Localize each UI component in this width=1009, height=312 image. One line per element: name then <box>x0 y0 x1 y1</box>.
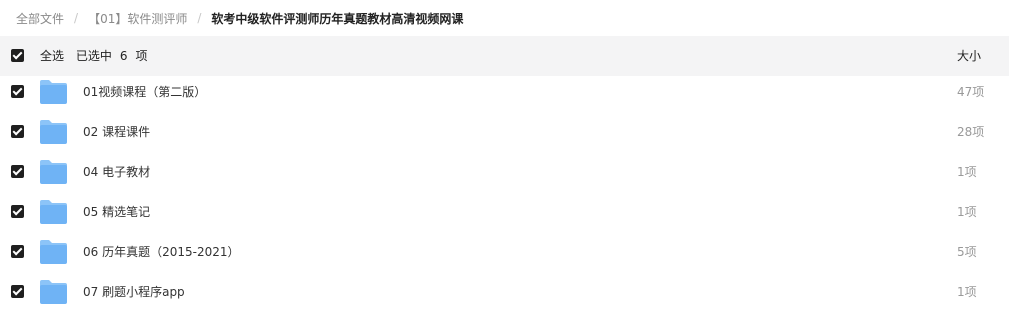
file-row[interactable]: 01视频课程（第二版） 47项 <box>0 72 1009 112</box>
row-checkbox[interactable] <box>11 165 24 178</box>
folder-icon <box>40 200 67 224</box>
select-all-checkbox[interactable] <box>11 49 24 62</box>
folder-icon <box>40 280 67 304</box>
file-row[interactable]: 06 历年真题（2015-2021） 5项 <box>0 232 1009 272</box>
breadcrumb-separator: / <box>74 11 79 25</box>
breadcrumb-current-folder: 软考中级软件评测师历年真题教材高清视频网课 <box>211 11 464 26</box>
file-size: 47项 <box>957 85 985 99</box>
selected-suffix: 项 <box>135 49 148 63</box>
file-name[interactable]: 07 刷题小程序app <box>83 272 185 312</box>
breadcrumb: 全部文件 / 【01】软件测评师 / 软考中级软件评测师历年真题教材高清视频网课 <box>0 0 1009 36</box>
row-checkbox[interactable] <box>11 205 24 218</box>
folder-icon <box>40 160 67 184</box>
file-row[interactable]: 04 电子教材 1项 <box>0 152 1009 192</box>
file-size: 28项 <box>957 125 985 139</box>
row-checkbox[interactable] <box>11 285 24 298</box>
file-name[interactable]: 06 历年真题（2015-2021） <box>83 232 240 272</box>
select-all-label: 全选 已选中 6 项 <box>40 36 156 76</box>
file-name[interactable]: 04 电子教材 <box>83 152 150 192</box>
file-name[interactable]: 02 课程课件 <box>83 112 150 152</box>
file-row[interactable]: 02 课程课件 28项 <box>0 112 1009 152</box>
breadcrumb-separator: / <box>197 11 202 25</box>
row-checkbox[interactable] <box>11 85 24 98</box>
file-size: 1项 <box>957 285 977 299</box>
file-row[interactable]: 05 精选笔记 1项 <box>0 192 1009 232</box>
selected-prefix: 已选中 <box>75 49 112 63</box>
file-size: 1项 <box>957 165 977 179</box>
file-size: 1项 <box>957 205 977 219</box>
folder-icon <box>40 120 67 144</box>
file-size: 5项 <box>957 245 977 259</box>
file-name[interactable]: 01视频课程（第二版） <box>83 72 206 112</box>
select-all-text[interactable]: 全选 <box>40 49 64 63</box>
folder-icon <box>40 240 67 264</box>
breadcrumb-item-all-files[interactable]: 全部文件 <box>16 10 64 27</box>
breadcrumb-item-parent-folder[interactable]: 【01】软件测评师 <box>88 10 187 27</box>
row-checkbox[interactable] <box>11 245 24 258</box>
file-row[interactable]: 07 刷题小程序app 1项 <box>0 272 1009 312</box>
selected-count: 6 <box>119 49 128 63</box>
file-name[interactable]: 05 精选笔记 <box>83 192 150 232</box>
size-column-header[interactable]: 大小 <box>957 36 981 76</box>
folder-icon <box>40 80 67 104</box>
row-checkbox[interactable] <box>11 125 24 138</box>
file-list-header: 全选 已选中 6 项 大小 <box>0 36 1009 76</box>
